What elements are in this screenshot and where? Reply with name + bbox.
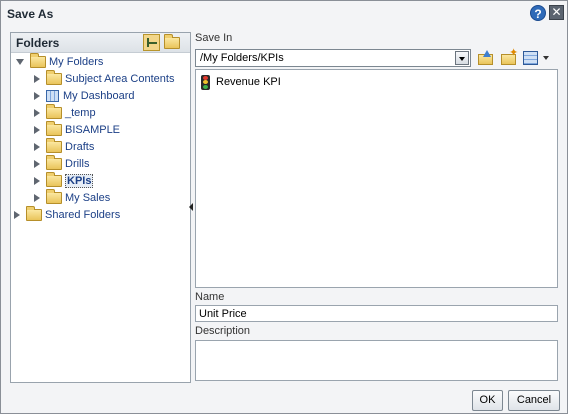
folder-contents-list: Revenue KPI — [195, 69, 558, 288]
folder-icon — [46, 70, 62, 86]
folder-icon — [26, 206, 42, 222]
tree-item-label: KPIs — [65, 174, 94, 189]
folder-icon — [46, 172, 62, 188]
panel-splitter-collapse-icon[interactable] — [189, 197, 194, 217]
tree-item-label: Drills — [65, 158, 90, 171]
list-item-revenue-kpi[interactable]: Revenue KPI — [201, 74, 281, 90]
folder-icon — [46, 104, 62, 120]
folders-header: Folders — [11, 33, 190, 53]
name-field[interactable]: Unit Price — [195, 305, 558, 322]
tree-item-kpis[interactable]: KPIs — [34, 172, 94, 189]
show-tree-icon[interactable] — [143, 34, 160, 51]
description-field[interactable] — [195, 340, 558, 381]
tree-item-label: My Sales — [65, 192, 111, 205]
folder-icon — [46, 155, 62, 171]
tree-item-temp[interactable]: _temp — [34, 104, 96, 121]
view-options-icon[interactable] — [522, 49, 540, 67]
tree-item-shared-folders[interactable]: Shared Folders — [14, 206, 121, 223]
save-as-dialog: Save As ? ✕ Folders My Folders Subject A… — [0, 0, 568, 414]
tree-item-my-dashboard[interactable]: My Dashboard — [34, 88, 135, 104]
expand-icon[interactable] — [34, 109, 40, 118]
traffic-light-icon — [201, 74, 210, 90]
tree-item-label: My Folders — [49, 56, 104, 69]
tree-item-drills[interactable]: Drills — [34, 155, 90, 172]
expand-icon[interactable] — [34, 143, 40, 152]
expand-icon[interactable] — [34, 126, 40, 135]
cancel-button[interactable]: Cancel — [508, 390, 560, 411]
refresh-folders-icon[interactable] — [163, 34, 180, 51]
collapse-icon[interactable] — [16, 59, 24, 66]
tree-item-label: BISAMPLE — [65, 124, 121, 137]
dashboard-icon — [46, 90, 59, 103]
description-label: Description — [195, 325, 251, 337]
tree-item-bisample[interactable]: BISAMPLE — [34, 121, 121, 138]
dialog-titlebar: Save As ? ✕ — [1, 1, 567, 27]
save-in-path-select[interactable]: /My Folders/KPIs — [195, 49, 471, 67]
tree-item-label: Subject Area Contents — [65, 73, 175, 86]
tree-item-subject-area-contents[interactable]: Subject Area Contents — [34, 70, 175, 87]
folders-panel: Folders My Folders Subject Area Contents… — [10, 32, 191, 383]
new-folder-icon[interactable] — [500, 46, 518, 67]
list-item-label: Revenue KPI — [216, 76, 281, 89]
expand-icon[interactable] — [34, 194, 40, 203]
up-folder-icon[interactable] — [477, 49, 495, 67]
name-label: Name — [195, 291, 225, 303]
save-in-label: Save In — [195, 32, 233, 44]
folder-icon — [46, 121, 62, 137]
tree-item-label: _temp — [65, 107, 96, 120]
expand-icon[interactable] — [34, 160, 40, 169]
expand-icon[interactable] — [34, 92, 40, 101]
folders-title: Folders — [16, 36, 60, 50]
tree-item-label: My Dashboard — [63, 90, 135, 103]
tree-item-drafts[interactable]: Drafts — [34, 138, 95, 155]
tree-item-label: Shared Folders — [45, 209, 121, 222]
folder-icon — [46, 189, 62, 205]
ok-button[interactable]: OK — [472, 390, 503, 411]
chevron-down-icon[interactable] — [455, 51, 469, 65]
view-menu-caret-icon[interactable] — [543, 56, 549, 60]
expand-icon[interactable] — [34, 177, 40, 186]
name-field-value: Unit Price — [199, 308, 247, 320]
expand-icon[interactable] — [14, 211, 20, 220]
save-in-path-value: /My Folders/KPIs — [200, 52, 284, 64]
close-icon[interactable]: ✕ — [549, 5, 564, 20]
folder-icon — [46, 138, 62, 154]
tree-item-label: Drafts — [65, 141, 95, 154]
expand-icon[interactable] — [34, 75, 40, 84]
folder-icon — [30, 53, 46, 69]
help-icon[interactable]: ? — [530, 5, 546, 21]
tree-item-my-folders[interactable]: My Folders — [16, 53, 104, 70]
dialog-title: Save As — [7, 7, 54, 21]
tree-item-my-sales[interactable]: My Sales — [34, 189, 111, 206]
